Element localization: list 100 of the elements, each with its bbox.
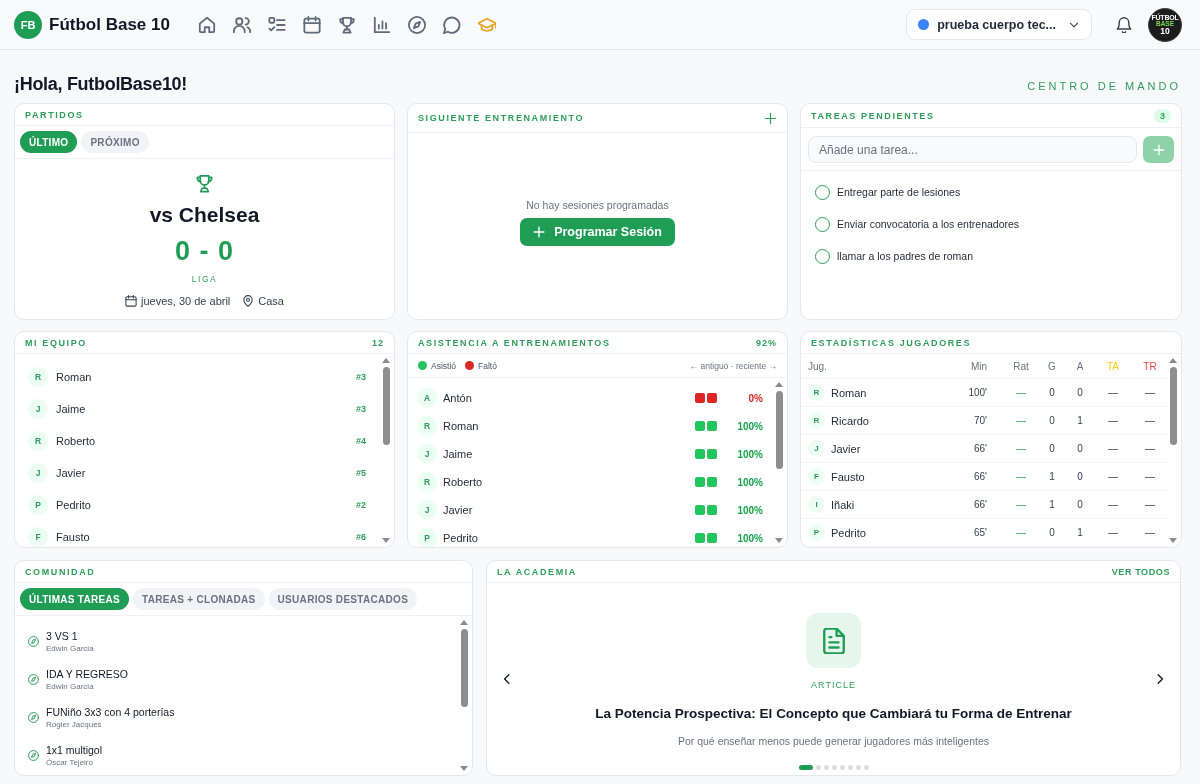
table-cell: 66'	[973, 499, 987, 510]
match-date: jueves, 30 de abril	[141, 294, 231, 308]
scrollbar-thumb[interactable]	[775, 391, 783, 469]
card-title: MI EQUIPO	[25, 337, 87, 348]
exercise-title[interactable]: IDA Y REGRESO	[46, 667, 128, 680]
attendance-rate: 100%	[737, 476, 763, 488]
carousel-dot[interactable]	[855, 765, 861, 770]
calendar-icon[interactable]	[302, 15, 321, 34]
task-input[interactable]: Añade una tarea...	[808, 136, 1137, 163]
carousel-dot[interactable]	[831, 765, 837, 770]
jersey-number: #2	[356, 500, 366, 510]
table-cell: —	[1145, 499, 1155, 510]
table-cell: 100'	[968, 387, 987, 398]
player-initial: R	[808, 412, 825, 429]
jersey-number: #3	[356, 372, 366, 382]
table-cell: 0	[1077, 443, 1083, 454]
player-name: Jaime	[443, 448, 473, 460]
table-cell: 65'	[973, 527, 987, 538]
notification-bell-icon[interactable]	[1116, 16, 1132, 33]
team-selector[interactable]: prueba cuerpo tec...	[906, 9, 1092, 40]
bar-chart-icon[interactable]	[372, 15, 391, 34]
community-tab[interactable]: TAREAS + CLONADAS	[133, 588, 265, 610]
player-name[interactable]: Roman	[56, 371, 92, 383]
scroll-down-icon[interactable]	[775, 538, 783, 543]
carousel-dot[interactable]	[863, 765, 869, 770]
jersey-number: #5	[356, 468, 366, 478]
legend-label: Faltó	[478, 360, 497, 371]
scroll-up-icon[interactable]	[460, 620, 468, 625]
column-header: Min	[970, 360, 987, 372]
scroll-up-icon[interactable]	[1169, 358, 1177, 363]
player-name: Ricardo	[831, 414, 869, 427]
plus-icon	[533, 225, 546, 238]
home-icon[interactable]	[197, 15, 216, 34]
carousel-dot[interactable]	[839, 765, 845, 770]
scrollbar-thumb[interactable]	[460, 629, 468, 707]
scrollbar-thumb[interactable]	[382, 367, 390, 445]
exercise-author: Edwin Garcia	[46, 643, 94, 653]
player-name[interactable]: Jaime	[56, 403, 86, 415]
graduation-cap-icon[interactable]	[477, 15, 496, 34]
player-name[interactable]: Roberto	[56, 435, 96, 447]
card-title: SIGUIENTE ENTRENAMIENTO	[418, 113, 585, 123]
player-initial: R	[417, 472, 437, 492]
player-name: Javier	[831, 442, 861, 455]
opponent-name: vs Chelsea	[149, 203, 260, 227]
table-cell: 1	[1077, 527, 1083, 538]
table-cell: —	[1108, 443, 1118, 454]
match-venue: Casa	[258, 294, 284, 308]
article-subtitle: Por qué enseñar menos puede generar jugadores más inteligentes	[677, 735, 990, 748]
table-cell: —	[1016, 527, 1026, 538]
chat-icon[interactable]	[442, 15, 461, 34]
match-tab[interactable]: PRÓXIMO	[81, 131, 149, 153]
column-header: TA	[1106, 360, 1119, 372]
users-icon[interactable]	[232, 15, 251, 34]
scroll-up-icon[interactable]	[382, 358, 390, 363]
compass-icon[interactable]	[407, 15, 426, 34]
player-name: Roman	[831, 386, 867, 399]
player-initial: A	[417, 388, 437, 408]
add-icon[interactable]	[764, 111, 777, 125]
legend-label: Asistió	[431, 360, 457, 371]
attendance-rate: 100%	[737, 504, 763, 516]
compass-icon	[28, 749, 39, 761]
column-header: A	[1076, 360, 1084, 372]
trophy-icon[interactable]	[337, 15, 356, 34]
exercise-author: Óscar Tejeiro	[46, 757, 93, 767]
exercise-title[interactable]: 3 VS 1	[46, 629, 78, 642]
scroll-up-icon[interactable]	[775, 382, 783, 387]
community-tab[interactable]: USUARIOS DESTACADOS	[268, 588, 418, 610]
player-initial: F	[28, 527, 48, 547]
carousel-dot[interactable]	[815, 765, 821, 770]
scroll-down-icon[interactable]	[1169, 538, 1177, 543]
table-cell: 70'	[973, 415, 987, 426]
scroll-down-icon[interactable]	[460, 766, 468, 771]
player-initial: P	[28, 495, 48, 515]
document-icon	[806, 613, 861, 668]
task-label: Enviar convocatoria a los entrenadores	[837, 218, 1020, 230]
checklist-icon[interactable]	[267, 15, 286, 34]
view-all-link[interactable]: VER TODOS	[1111, 566, 1170, 577]
player-name[interactable]: Pedrito	[56, 499, 91, 511]
player-initial: I	[808, 496, 825, 513]
exercise-title[interactable]: FUNiño 3x3 con 4 porterías	[46, 705, 175, 718]
player-name[interactable]: Fausto	[56, 531, 90, 543]
compass-icon	[28, 635, 39, 647]
section-label: CENTRO DE MANDO	[1027, 80, 1181, 92]
player-initial: J	[417, 500, 437, 520]
carousel-dot[interactable]	[823, 765, 829, 770]
scrollbar-thumb[interactable]	[1169, 367, 1177, 445]
table-cell: —	[1108, 387, 1118, 398]
compass-icon	[28, 711, 39, 723]
player-name[interactable]: Javier	[56, 467, 86, 479]
player-name: Pedrito	[443, 532, 478, 544]
table-cell: 0	[1049, 527, 1055, 538]
article-title[interactable]: La Potencia Prospectiva: El Concepto que Cambiará tu Forma de Entrenar	[595, 705, 1072, 722]
player-initial: F	[808, 468, 825, 485]
carousel-dot[interactable]	[847, 765, 853, 770]
card-title: TAREAS PENDIENTES	[811, 110, 935, 121]
table-cell: 0	[1077, 387, 1083, 398]
scroll-down-icon[interactable]	[382, 538, 390, 543]
player-count: 12	[372, 337, 384, 348]
column-header: Rat	[1013, 360, 1029, 372]
exercise-title[interactable]: 1x1 multigol	[46, 743, 103, 756]
